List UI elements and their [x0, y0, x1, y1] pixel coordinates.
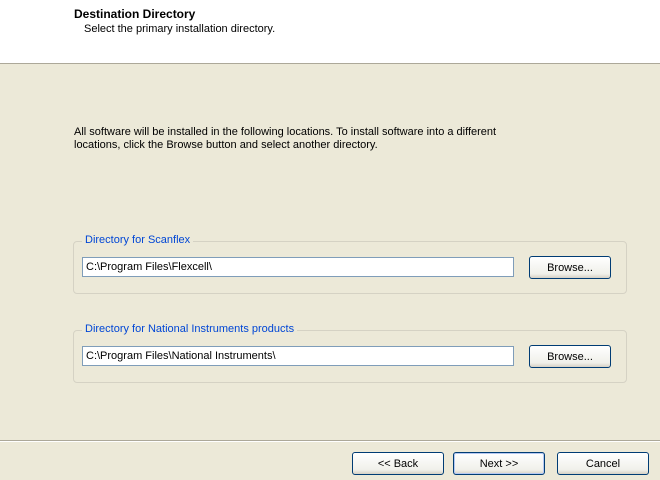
- footer-divider: [0, 440, 660, 442]
- group-label-scanflex: Directory for Scanflex: [82, 234, 194, 246]
- scanflex-path-input[interactable]: [82, 257, 514, 277]
- wizard-content: All software will be installed in the fo…: [0, 64, 660, 440]
- back-button[interactable]: << Back: [352, 452, 444, 475]
- wizard-header: Destination Directory Select the primary…: [0, 0, 660, 64]
- scanflex-directory-group: Directory for Scanflex Browse...: [73, 234, 627, 294]
- group-label-national-instruments: Directory for National Instruments produ…: [82, 323, 298, 335]
- description-text: All software will be installed in the fo…: [74, 126, 497, 151]
- cancel-button[interactable]: Cancel: [557, 452, 649, 475]
- ni-path-input[interactable]: [82, 346, 514, 366]
- page-subtitle: Select the primary installation director…: [84, 23, 276, 35]
- ni-directory-group: Directory for National Instruments produ…: [73, 323, 627, 383]
- page-title: Destination Directory: [74, 7, 196, 21]
- browse-ni-button[interactable]: Browse...: [529, 345, 611, 368]
- next-button[interactable]: Next >>: [453, 452, 545, 475]
- browse-scanflex-button[interactable]: Browse...: [529, 256, 611, 279]
